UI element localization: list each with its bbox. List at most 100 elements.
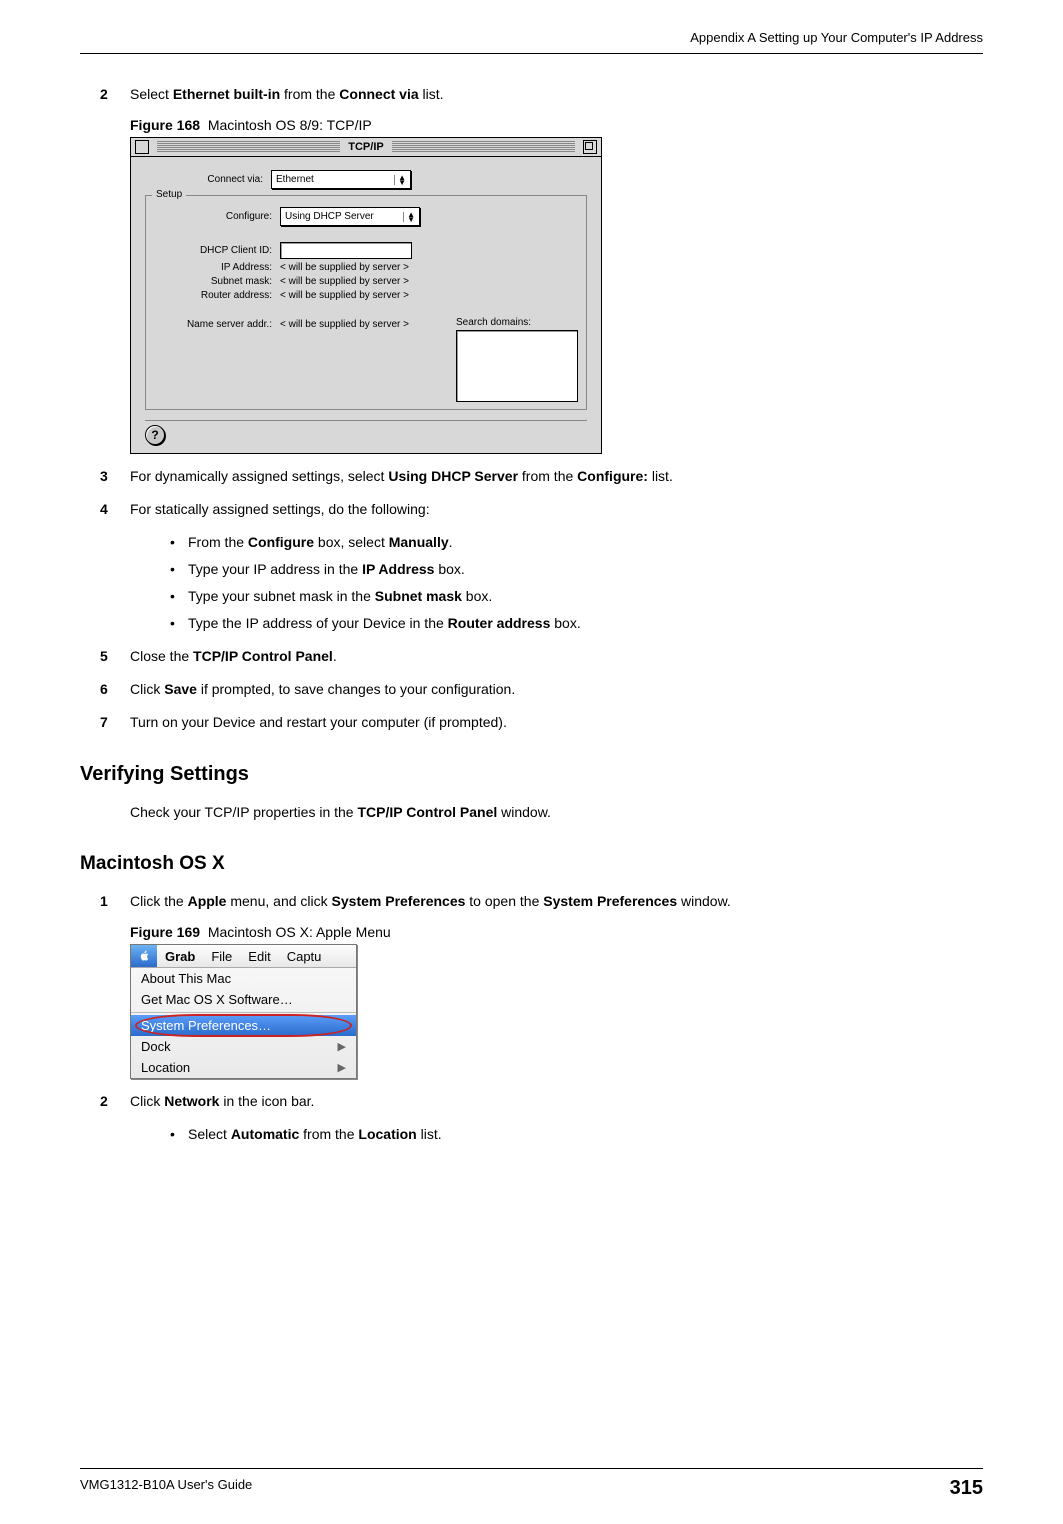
bold: IP Address bbox=[362, 561, 434, 577]
text: Type your IP address in the bbox=[188, 561, 362, 577]
menu-bar-item-file[interactable]: File bbox=[203, 949, 240, 964]
text: Click the bbox=[130, 893, 188, 909]
figure-169-caption: Figure 169 Macintosh OS X: Apple Menu bbox=[130, 924, 983, 940]
menu-item-label: Dock bbox=[141, 1039, 171, 1054]
page-footer: VMG1312-B10A User's Guide 315 bbox=[80, 1468, 983, 1500]
step-text: Close the TCP/IP Control Panel. bbox=[130, 646, 983, 667]
text: Select bbox=[188, 1126, 231, 1142]
search-domains-label: Search domains: bbox=[456, 317, 578, 328]
verifying-settings-heading: Verifying Settings bbox=[80, 763, 983, 786]
text: . bbox=[333, 648, 337, 664]
bold: Apple bbox=[188, 893, 227, 909]
dhcp-client-id-input[interactable] bbox=[280, 242, 412, 259]
step-number: 1 bbox=[100, 891, 130, 912]
connect-via-value: Ethernet bbox=[276, 174, 314, 185]
bullet-item: • Type your IP address in the IP Address… bbox=[170, 559, 983, 580]
subnet-mask-label: Subnet mask: bbox=[154, 276, 280, 287]
bold: Automatic bbox=[231, 1126, 299, 1142]
bullet-item: • Type the IP address of your Device in … bbox=[170, 613, 983, 634]
titlebar-stripes: TCP/IP bbox=[157, 141, 575, 153]
bold: Network bbox=[164, 1093, 219, 1109]
text: list. bbox=[419, 86, 444, 102]
menu-item-label: Location bbox=[141, 1060, 190, 1075]
name-server-label: Name server addr.: bbox=[154, 317, 280, 330]
osx-step-2: 2 Click Network in the icon bar. bbox=[100, 1091, 983, 1112]
bullet-dot: • bbox=[170, 532, 188, 553]
help-button[interactable]: ? bbox=[145, 425, 165, 445]
step-4-bullets: • From the Configure box, select Manuall… bbox=[170, 532, 983, 634]
titlebar: TCP/IP bbox=[131, 138, 601, 157]
text: list. bbox=[648, 468, 673, 484]
apple-menu-button[interactable] bbox=[131, 945, 157, 967]
menu-bar: Grab File Edit Captu bbox=[131, 945, 356, 968]
osx-step-1: 1 Click the Apple menu, and click System… bbox=[100, 891, 983, 912]
menu-item-label: System Preferences… bbox=[141, 1018, 271, 1033]
step-3: 3 For dynamically assigned settings, sel… bbox=[100, 466, 983, 487]
step-2: 2 Select Ethernet built-in from the Conn… bbox=[100, 84, 983, 105]
text: Type the IP address of your Device in th… bbox=[188, 615, 448, 631]
running-header: Appendix A Setting up Your Computer's IP… bbox=[80, 30, 983, 54]
step-number: 3 bbox=[100, 466, 130, 487]
popup-arrows-icon: ▲▼ bbox=[394, 175, 406, 185]
bold: Subnet mask bbox=[375, 588, 462, 604]
step-number: 4 bbox=[100, 499, 130, 520]
menu-item-about[interactable]: About This Mac bbox=[131, 968, 356, 989]
menu-bar-item-edit[interactable]: Edit bbox=[240, 949, 278, 964]
configure-popup[interactable]: Using DHCP Server ▲▼ bbox=[280, 207, 420, 226]
close-box-icon[interactable] bbox=[135, 140, 149, 154]
step-text: Turn on your Device and restart your com… bbox=[130, 712, 983, 733]
bullet-dot: • bbox=[170, 586, 188, 607]
text: Close the bbox=[130, 648, 193, 664]
text: list. bbox=[417, 1126, 442, 1142]
bold: Router address bbox=[448, 615, 551, 631]
router-address-label: Router address: bbox=[154, 290, 280, 301]
osx-step-2-bullets: • Select Automatic from the Location lis… bbox=[170, 1124, 983, 1145]
text: Click bbox=[130, 681, 164, 697]
connect-via-popup[interactable]: Ethernet ▲▼ bbox=[271, 170, 411, 189]
figure-title: Macintosh OS 8/9: TCP/IP bbox=[208, 117, 372, 133]
text: . bbox=[449, 534, 453, 550]
menu-item-get-software[interactable]: Get Mac OS X Software… bbox=[131, 989, 356, 1010]
bold: System Preferences bbox=[543, 893, 677, 909]
text: box. bbox=[462, 588, 492, 604]
connect-via-label: Connect via: bbox=[145, 174, 271, 185]
text: box, select bbox=[314, 534, 389, 550]
text: box. bbox=[550, 615, 580, 631]
ip-address-label: IP Address: bbox=[154, 262, 280, 273]
bold: Manually bbox=[389, 534, 449, 550]
bold: Ethernet built-in bbox=[173, 86, 280, 102]
bold: TCP/IP Control Panel bbox=[193, 648, 333, 664]
menu-item-dock[interactable]: Dock▶ bbox=[131, 1036, 356, 1057]
subnet-mask-value: < will be supplied by server > bbox=[280, 276, 409, 287]
figure-label: Figure 168 bbox=[130, 117, 200, 133]
router-address-value: < will be supplied by server > bbox=[280, 290, 409, 301]
verifying-text: Check your TCP/IP properties in the TCP/… bbox=[130, 802, 983, 823]
bullet-item: • From the Configure box, select Manuall… bbox=[170, 532, 983, 553]
menu-bar-item-grab[interactable]: Grab bbox=[157, 949, 203, 964]
figure-title: Macintosh OS X: Apple Menu bbox=[208, 924, 391, 940]
text: window. bbox=[497, 804, 551, 820]
step-text: For statically assigned settings, do the… bbox=[130, 499, 983, 520]
figure-label: Figure 169 bbox=[130, 924, 200, 940]
zoom-box-icon[interactable] bbox=[583, 140, 597, 154]
bold: Location bbox=[358, 1126, 416, 1142]
ip-address-value: < will be supplied by server > bbox=[280, 262, 409, 273]
text: box. bbox=[434, 561, 464, 577]
step-number: 2 bbox=[100, 1091, 130, 1112]
configure-value: Using DHCP Server bbox=[285, 211, 374, 222]
menu-separator bbox=[131, 1012, 356, 1013]
figure-168-caption: Figure 168 Macintosh OS 8/9: TCP/IP bbox=[130, 117, 983, 133]
tcpip-window: TCP/IP Connect via: Ethernet ▲▼ Setup Co… bbox=[130, 137, 602, 454]
search-domains-input[interactable] bbox=[456, 330, 578, 402]
step-number: 2 bbox=[100, 84, 130, 105]
text: from the bbox=[518, 468, 577, 484]
popup-arrows-icon: ▲▼ bbox=[403, 212, 415, 222]
footer-page-number: 315 bbox=[950, 1477, 983, 1500]
bold: System Preferences bbox=[332, 893, 466, 909]
footer-guide: VMG1312-B10A User's Guide bbox=[80, 1477, 252, 1500]
menu-bar-item-capture[interactable]: Captu bbox=[279, 949, 330, 964]
step-text: Click the Apple menu, and click System P… bbox=[130, 891, 983, 912]
menu-item-location[interactable]: Location▶ bbox=[131, 1057, 356, 1078]
menu-item-system-preferences[interactable]: System Preferences… bbox=[131, 1015, 356, 1036]
text: to open the bbox=[465, 893, 543, 909]
